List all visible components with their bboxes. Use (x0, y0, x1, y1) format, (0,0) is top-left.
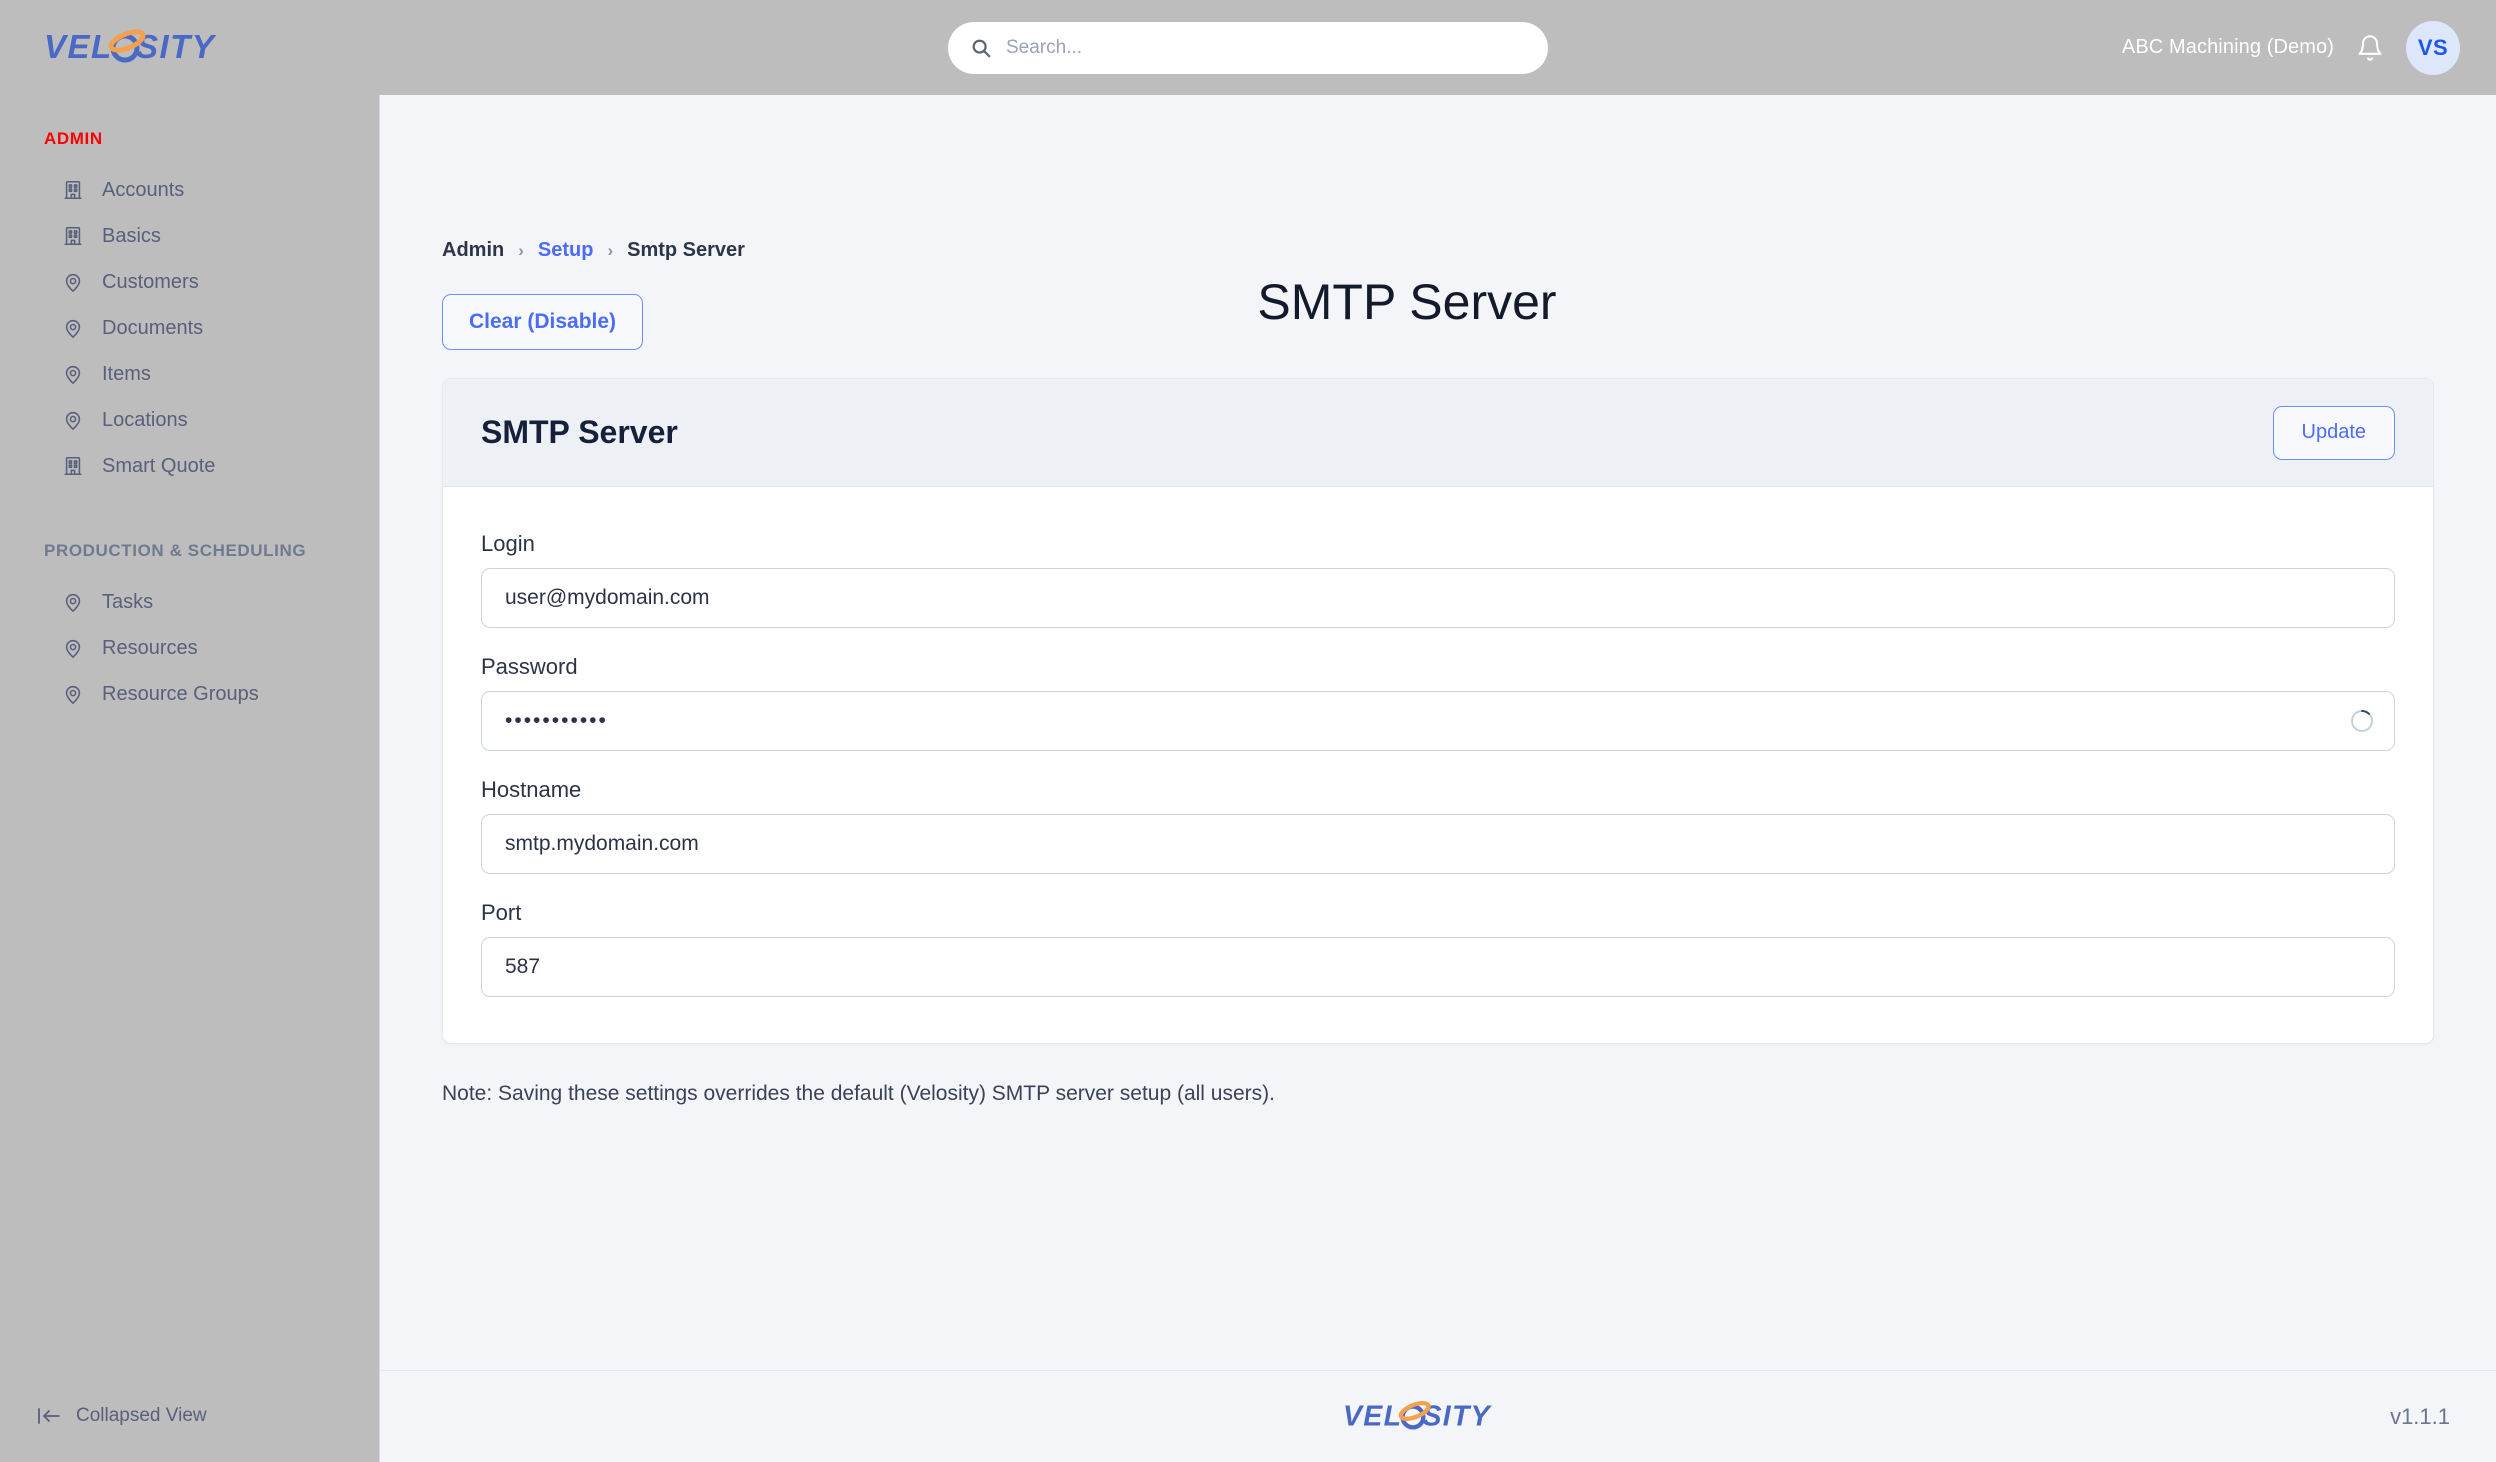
building-icon (64, 226, 82, 246)
building-icon (64, 180, 82, 200)
map-pin-icon (65, 319, 81, 338)
app-body: ADMIN Accounts Basics Customers Document… (0, 95, 2496, 1462)
map-pin-icon (65, 411, 81, 430)
collapse-view-label: Collapsed View (76, 1405, 207, 1426)
svg-text:SITY: SITY (1422, 1400, 1492, 1432)
sidebar-item-basics[interactable]: Basics (0, 213, 379, 259)
sidebar-item-resources[interactable]: Resources (0, 625, 379, 671)
card-header: SMTP Server Update (443, 379, 2433, 487)
velosity-logo: VEL SITY (44, 28, 217, 65)
search-icon (972, 39, 991, 57)
field-hostname: Hostname (481, 777, 2395, 874)
hostname-input[interactable] (481, 814, 2395, 874)
sidebar-item-label: Resources (102, 636, 198, 659)
search-input[interactable] (1006, 36, 1526, 59)
footer: VEL SITY v1.1.1 (380, 1370, 2496, 1462)
update-button[interactable]: Update (2272, 405, 2395, 460)
smtp-server-card: SMTP Server Update Login Password (442, 378, 2434, 1044)
map-pin-icon (65, 365, 81, 384)
top-bar: VEL SITY ABC Machining (Demo) (0, 0, 2496, 95)
port-input-wrap (481, 937, 2395, 997)
sidebar-item-label: Items (102, 362, 151, 385)
sidebar-item-label: Locations (102, 408, 188, 431)
port-input[interactable] (481, 937, 2395, 997)
map-pin-icon (65, 685, 81, 704)
sidebar-item-customers[interactable]: Customers (0, 259, 379, 305)
sidebar-item-tasks[interactable]: Tasks (0, 579, 379, 625)
field-password: Password ••••••••••• (481, 654, 2395, 751)
avatar[interactable]: VS (2406, 20, 2460, 75)
port-label: Port (481, 900, 522, 925)
hostname-label: Hostname (481, 777, 582, 802)
field-port: Port (481, 900, 2395, 997)
svg-text:SITY: SITY (136, 28, 217, 65)
sidebar-item-items[interactable]: Items (0, 351, 379, 397)
svg-text:VEL: VEL (44, 28, 113, 65)
collapse-left-icon (38, 1408, 60, 1424)
breadcrumb: Admin › Setup › Smtp Server (442, 95, 2434, 262)
page-title: SMTP Server (1257, 274, 1557, 330)
map-pin-icon (65, 273, 81, 292)
hostname-input-wrap (481, 814, 2395, 874)
brand-logo[interactable]: VEL SITY (0, 24, 380, 72)
app-version: v1.1.1 (2390, 1403, 2450, 1429)
password-label: Password (481, 654, 578, 679)
breadcrumb-separator: › (607, 240, 614, 260)
password-input-wrap: ••••••••••• (481, 691, 2395, 751)
breadcrumb-item-smtp-server: Smtp Server (627, 239, 745, 261)
sidebar: ADMIN Accounts Basics Customers Document… (0, 95, 380, 1462)
map-pin-icon (65, 639, 81, 658)
main-content: Admin › Setup › Smtp Server SMTP Server … (380, 95, 2496, 1370)
settings-note: Note: Saving these settings overrides th… (442, 1082, 1275, 1105)
sidebar-item-label: Accounts (102, 178, 185, 201)
main-column: Admin › Setup › Smtp Server SMTP Server … (380, 95, 2496, 1462)
search-box[interactable] (948, 21, 1548, 74)
org-name: ABC Machining (Demo) (2121, 36, 2334, 58)
sidebar-item-accounts[interactable]: Accounts (0, 167, 379, 213)
password-input[interactable]: ••••••••••• (481, 691, 2395, 751)
breadcrumb-item-setup[interactable]: Setup (538, 239, 594, 262)
sidebar-item-documents[interactable]: Documents (0, 305, 379, 351)
login-label: Login (481, 531, 535, 556)
sidebar-item-label: Basics (102, 224, 161, 247)
map-pin-icon (65, 593, 81, 612)
sidebar-item-label: Tasks (102, 590, 154, 613)
bell-icon[interactable] (2356, 34, 2384, 62)
login-input-wrap (481, 568, 2395, 628)
velosity-logo: VEL SITY (1343, 1400, 1492, 1432)
breadcrumb-item-admin[interactable]: Admin (442, 239, 504, 262)
sidebar-nav: ADMIN Accounts Basics Customers Document… (0, 95, 379, 1370)
search-container (948, 21, 1548, 74)
spinner-icon[interactable] (2349, 708, 2375, 734)
login-input[interactable] (481, 568, 2395, 628)
sidebar-item-label: Documents (102, 316, 204, 339)
sidebar-item-locations[interactable]: Locations (0, 397, 379, 443)
sidebar-item-label: Resource Groups (102, 682, 259, 705)
sidebar-item-smart-quote[interactable]: Smart Quote (0, 443, 379, 489)
sidebar-item-label: Smart Quote (102, 454, 216, 477)
card-body: Login Password ••••••••••• (443, 487, 2433, 1043)
collapse-view-button[interactable]: Collapsed View (0, 1370, 379, 1462)
breadcrumb-separator: › (518, 240, 524, 260)
app-root: VEL SITY ABC Machining (Demo) (0, 0, 2496, 1462)
sidebar-item-label: Customers (102, 270, 199, 293)
sidebar-section-admin: ADMIN (44, 129, 103, 148)
building-icon (64, 456, 82, 476)
card-title: SMTP Server (481, 414, 678, 450)
svg-text:VEL: VEL (1343, 1400, 1402, 1432)
avatar-initials: VS (2417, 34, 2449, 60)
sidebar-section-production-scheduling: PRODUCTION & SCHEDULING (44, 541, 307, 560)
topbar-right: ABC Machining (Demo) VS (2121, 20, 2496, 75)
sidebar-item-resource-groups[interactable]: Resource Groups (0, 671, 379, 717)
field-login: Login (481, 531, 2395, 628)
